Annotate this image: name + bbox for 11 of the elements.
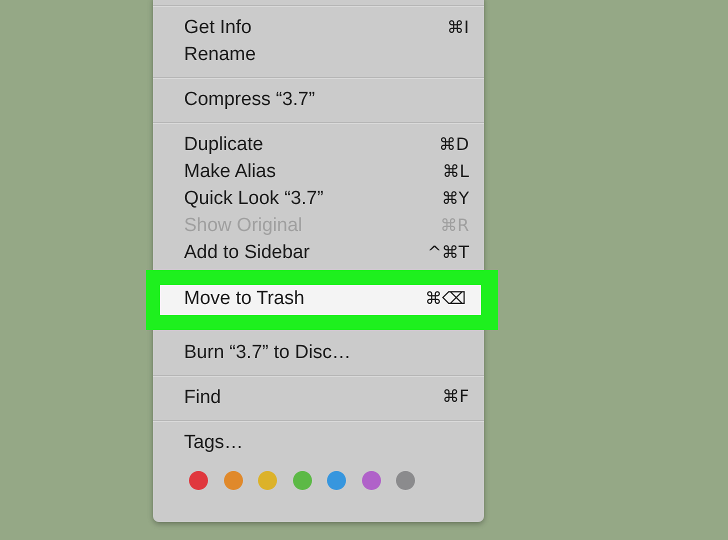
menu-item[interactable]: Get Info ⌘I [153,15,484,42]
menu-item[interactable]: Move to Trash ⌘⌫ [160,284,481,314]
menu-item[interactable]: Add to Sidebar ^⌘T [153,240,484,267]
menu-item[interactable]: Duplicate ⌘D [153,132,484,159]
menu-item[interactable]: Quick Look “3.7” ⌘Y [153,186,484,213]
menu-item[interactable]: Burn “3.7” to Disc… [153,340,484,366]
menu-item[interactable]: Find ⌘F [153,384,484,412]
menu-item[interactable]: Rename [153,42,484,69]
menu-item[interactable]: Make Alias ⌘L [153,159,484,186]
menu-item[interactable]: Compress “3.7” [153,87,484,114]
menu-item[interactable]: Tags… [153,430,484,456]
